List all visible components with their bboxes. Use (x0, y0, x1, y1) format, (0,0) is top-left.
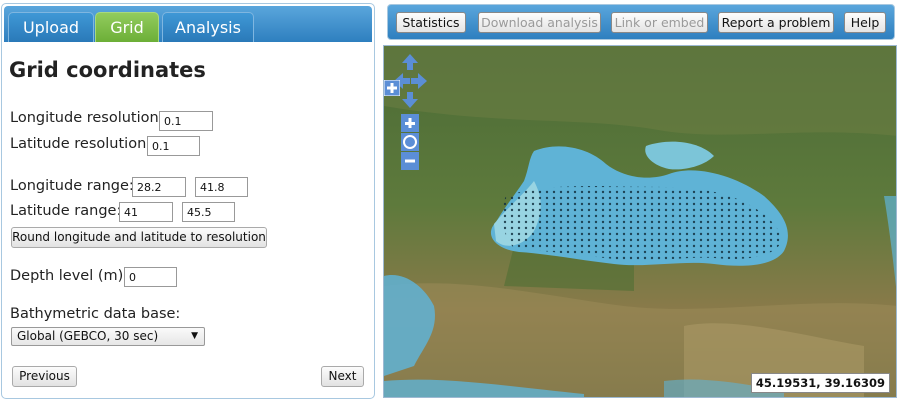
tab-bar: Upload Grid Analysis (4, 6, 372, 42)
bathymetric-database-value: Global (GEBCO, 30 sec) (17, 329, 159, 343)
latitude-range-min-input[interactable] (119, 202, 173, 222)
longitude-resolution-label: Longitude resolution: (10, 110, 164, 126)
latitude-resolution-label: Latitude resolution: (10, 136, 152, 152)
satellite-map (384, 46, 896, 397)
download-analysis-button[interactable]: Download analysis (478, 12, 601, 33)
bathymetric-database-select[interactable]: Global (GEBCO, 30 sec) ▼ (11, 327, 205, 346)
latitude-range-label: Latitude range: (10, 203, 122, 219)
tab-grid[interactable]: Grid (95, 12, 159, 42)
tab-analysis[interactable]: Analysis (162, 12, 254, 42)
round-to-resolution-button[interactable]: Round longitude and latitude to resoluti… (11, 227, 267, 248)
dropdown-arrow-icon: ▼ (191, 331, 198, 341)
tab-upload[interactable]: Upload (8, 12, 94, 42)
link-or-embed-button[interactable]: Link or embed (611, 12, 708, 33)
pan-up-icon (402, 54, 418, 70)
cursor-coordinates: 45.19531, 39.16309 (750, 373, 890, 393)
longitude-range-label: Longitude range: (10, 178, 134, 194)
statistics-button[interactable]: Statistics (396, 12, 466, 33)
next-button[interactable]: Next (321, 366, 364, 387)
bathymetric-database-label: Bathymetric data base: (10, 306, 181, 322)
report-problem-button[interactable]: Report a problem (718, 12, 834, 33)
latitude-resolution-input[interactable] (147, 136, 200, 156)
layer-switcher-icon[interactable] (384, 80, 400, 96)
depth-level-input[interactable] (124, 267, 177, 287)
longitude-range-max-input[interactable] (195, 177, 248, 197)
depth-level-label: Depth level (m): (10, 268, 129, 284)
pan-down-icon (402, 92, 418, 108)
help-button[interactable]: Help (844, 12, 886, 33)
longitude-range-min-input[interactable] (132, 177, 186, 197)
map-view[interactable]: 45.19531, 39.16309 (383, 45, 897, 398)
longitude-resolution-input[interactable] (159, 111, 213, 131)
map-toolbar: Statistics Download analysis Link or emb… (387, 4, 895, 40)
pan-right-icon (411, 73, 427, 89)
page-title: Grid coordinates (9, 58, 206, 82)
latitude-range-max-input[interactable] (182, 202, 235, 222)
previous-button[interactable]: Previous (12, 366, 77, 387)
pan-controls[interactable] (394, 54, 430, 174)
